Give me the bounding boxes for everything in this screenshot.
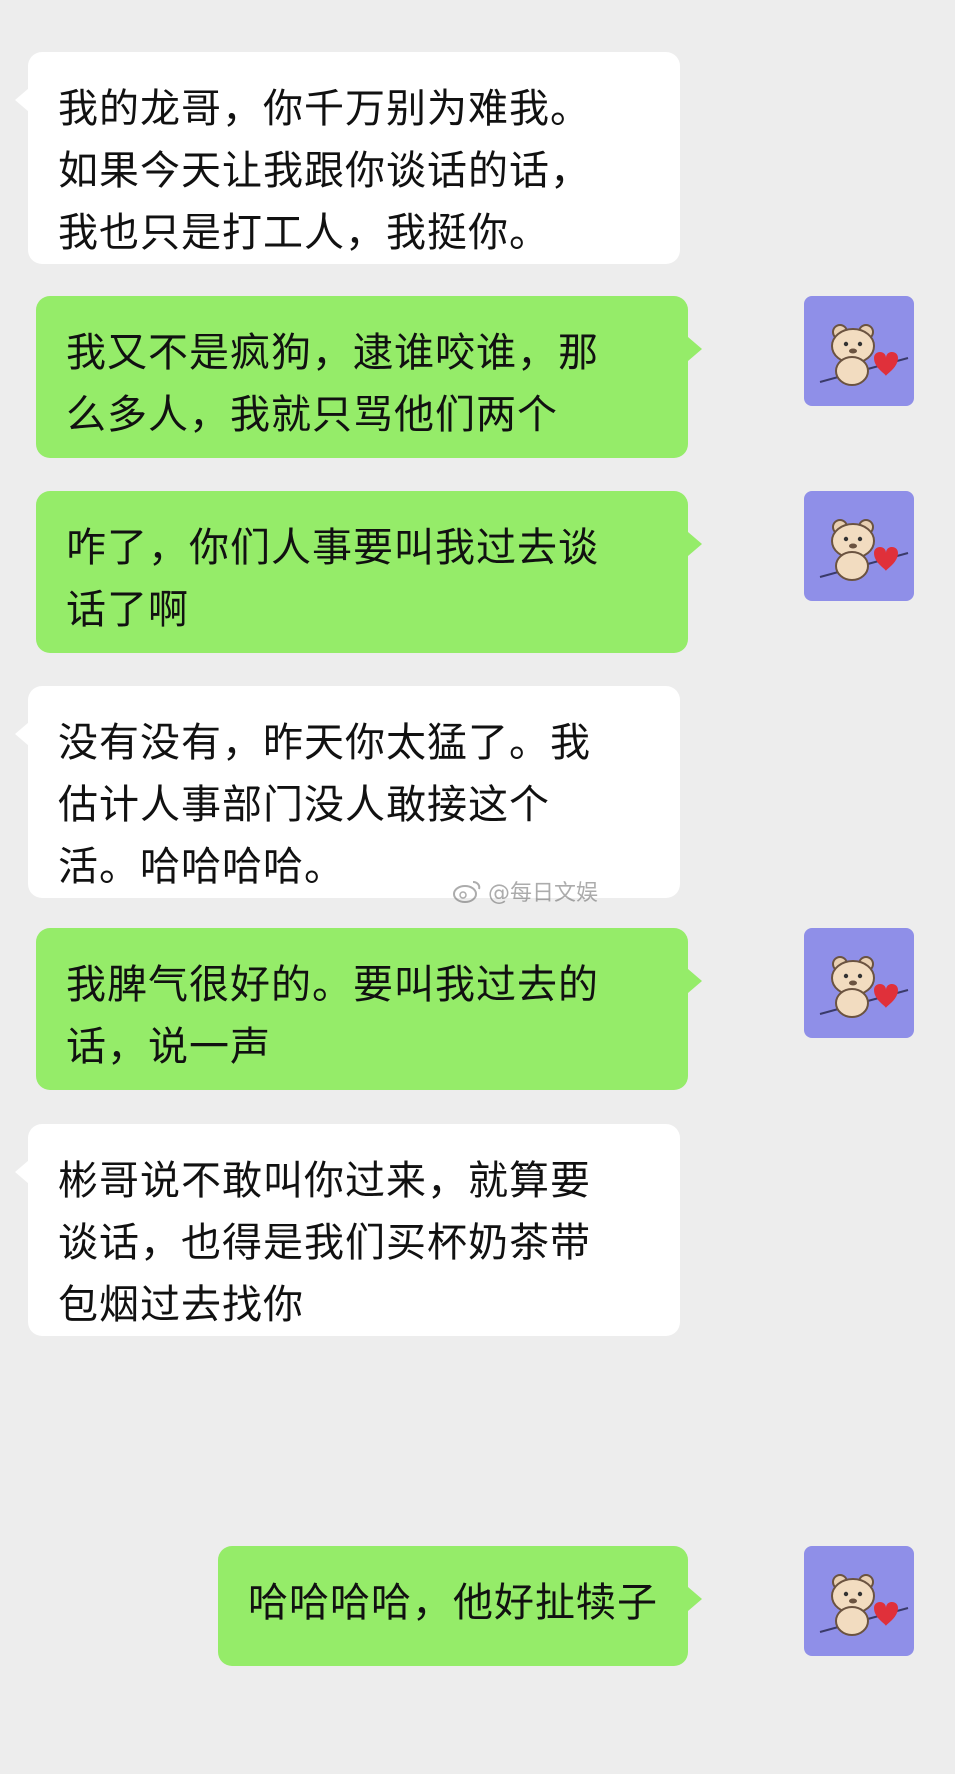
- watermark-text: @每日文娱: [488, 881, 599, 906]
- bear-with-heart-icon: [804, 296, 914, 406]
- message-bubble-incoming: 彬哥说不敢叫你过来，就算要 谈话，也得是我们买杯奶茶带 包烟过去找你: [28, 1124, 680, 1336]
- bear-with-heart-icon: [804, 1546, 914, 1656]
- avatar[interactable]: [804, 1546, 914, 1656]
- bear-with-heart-icon: [804, 928, 914, 1038]
- message-bubble-outgoing: 我又不是疯狗，逮谁咬谁，那 么多人，我就只骂他们两个: [36, 296, 688, 458]
- message-bubble-outgoing: 哈哈哈哈，他好扯犊子: [218, 1546, 688, 1666]
- bubble-tail: [15, 1160, 29, 1184]
- bubble-tail: [688, 969, 702, 993]
- avatar[interactable]: [804, 296, 914, 406]
- bubble-tail: [688, 337, 702, 361]
- message-bubble-outgoing: 我脾气很好的。要叫我过去的 话，说一声: [36, 928, 688, 1090]
- avatar[interactable]: [804, 928, 914, 1038]
- message-bubble-outgoing: 咋了，你们人事要叫我过去谈 话了啊: [36, 491, 688, 653]
- message-bubble-incoming: 没有没有，昨天你太猛了。我 估计人事部门没人敢接这个 活。哈哈哈哈。: [28, 686, 680, 898]
- bubble-tail: [15, 88, 29, 112]
- watermark: @每日文娱: [452, 874, 598, 908]
- bear-with-heart-icon: [804, 491, 914, 601]
- bubble-tail: [688, 1587, 702, 1611]
- message-bubble-incoming: 我的龙哥，你千万别为难我。 如果今天让我跟你谈话的话， 我也只是打工人，我挺你。: [28, 52, 680, 264]
- bubble-tail: [15, 722, 29, 746]
- bubble-tail: [688, 532, 702, 556]
- weibo-icon: [453, 881, 481, 903]
- avatar[interactable]: [804, 491, 914, 601]
